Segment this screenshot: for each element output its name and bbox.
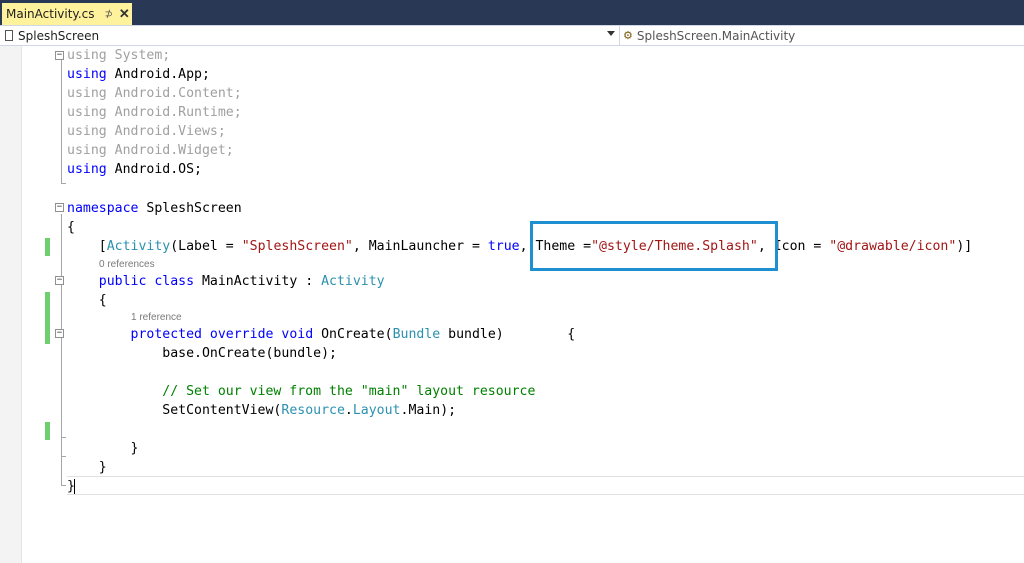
code-text: Android.Widget; (106, 143, 234, 158)
code-line: using Android.Content; (67, 84, 242, 103)
type-name: Bundle (392, 327, 441, 342)
code-text: bundle) { (440, 327, 576, 342)
member-name: SpleshScreen.MainActivity (636, 28, 796, 43)
outline-tick (61, 485, 66, 486)
code-text: MainActivity : (194, 274, 322, 289)
change-indicator (45, 292, 50, 344)
keyword: using (67, 124, 107, 139)
code-line: { (67, 220, 75, 235)
current-line-highlight (67, 476, 1024, 495)
tab-mainactivity[interactable]: MainActivity.cs ⊅ ✕ (2, 3, 132, 25)
outline-tick (61, 456, 66, 457)
code-line: namespace SpleshScreen (67, 199, 242, 218)
code-line: { (67, 293, 107, 308)
type-name: Layout (352, 403, 401, 418)
pin-icon[interactable]: ⊅ (104, 9, 112, 20)
code-line: public class MainActivity : Activity (67, 272, 385, 291)
code-comment: // Set our view from the "main" layout r… (67, 384, 536, 399)
code-line: protected override void OnCreate(Bundle … (67, 325, 576, 344)
codelens-references[interactable]: 0 references (99, 259, 155, 271)
annotation-highlight-box (530, 221, 778, 271)
code-line: using Android.OS; (67, 160, 202, 179)
keyword: public class (98, 274, 195, 289)
type-name: Activity (321, 274, 385, 289)
keyword: using (67, 48, 107, 63)
code-text: OnCreate( (313, 327, 393, 342)
outline-line (61, 60, 62, 184)
chevron-down-icon (607, 31, 615, 36)
code-text: (Label = (170, 239, 242, 254)
type-name: Activity (106, 239, 171, 254)
keyword: using (67, 67, 107, 82)
document-tab-strip: MainActivity.cs ⊅ ✕ (0, 0, 1024, 25)
project-dropdown[interactable]: SpleshScreen (5, 26, 620, 45)
codelens-references[interactable]: 1 reference (131, 312, 182, 324)
collapse-icon[interactable]: − (55, 203, 64, 212)
code-line: using Android.Widget; (67, 141, 234, 160)
type-name: Resource (281, 403, 345, 418)
code-text: SetContentView( (67, 403, 282, 418)
code-text: Android.Views; (106, 124, 226, 139)
keyword: using (67, 162, 107, 177)
close-icon[interactable]: ✕ (119, 6, 130, 22)
outline-tick (61, 437, 66, 438)
collapse-icon[interactable]: − (55, 276, 64, 285)
code-line: SetContentView(Resource.Layout.Main); (67, 401, 456, 420)
indicator-margin (0, 46, 22, 563)
code-text: )] (956, 239, 973, 254)
code-editor[interactable]: − − − − using System; using Android.App;… (0, 46, 1024, 563)
tab-label: MainActivity.cs (6, 7, 95, 21)
code-line: using Android.Views; (67, 122, 226, 141)
code-line: using System; (67, 46, 170, 65)
code-text: System; (106, 48, 171, 63)
string-literal: "@drawable/icon" (829, 239, 957, 254)
keyword: namespace (67, 201, 139, 216)
keyword: protected override void (130, 327, 314, 342)
keyword: true (487, 239, 520, 254)
code-text: Android.OS; (106, 162, 202, 177)
file-icon (5, 30, 13, 41)
code-line: using Android.App; (67, 65, 210, 84)
code-text: .Main); (400, 403, 457, 418)
collapse-icon[interactable]: − (55, 51, 64, 60)
keyword: using (67, 143, 107, 158)
code-text: . (344, 403, 353, 418)
project-name: SpleshScreen (18, 28, 100, 43)
code-line: } (67, 460, 107, 475)
code-line: } (67, 441, 139, 456)
class-icon: ⚙ (623, 30, 633, 42)
text-caret (74, 479, 75, 494)
collapse-icon[interactable]: − (55, 329, 64, 338)
code-text: SpleshScreen (138, 201, 242, 216)
code-line: base.OnCreate(bundle); (67, 346, 337, 361)
outline-line (61, 214, 62, 486)
keyword: using (67, 105, 107, 120)
code-line: using Android.Runtime; (67, 103, 242, 122)
code-text: Android.Content; (106, 86, 242, 101)
code-text: Android.Runtime; (106, 105, 242, 120)
code-line: [Activity(Label = "SpleshScreen", MainLa… (67, 237, 972, 256)
outline-tick (61, 183, 66, 184)
code-text: Android.App; (106, 67, 210, 82)
member-dropdown[interactable]: ⚙ SpleshScreen.MainActivity (623, 26, 1023, 45)
change-indicator (45, 422, 50, 440)
keyword: using (67, 86, 107, 101)
change-indicator (45, 238, 50, 256)
navigation-bar: SpleshScreen ⚙ SpleshScreen.MainActivity (0, 25, 1024, 46)
string-literal: "SpleshScreen" (241, 239, 353, 254)
code-text: , MainLauncher = (352, 239, 488, 254)
code-text: [ (67, 239, 107, 254)
